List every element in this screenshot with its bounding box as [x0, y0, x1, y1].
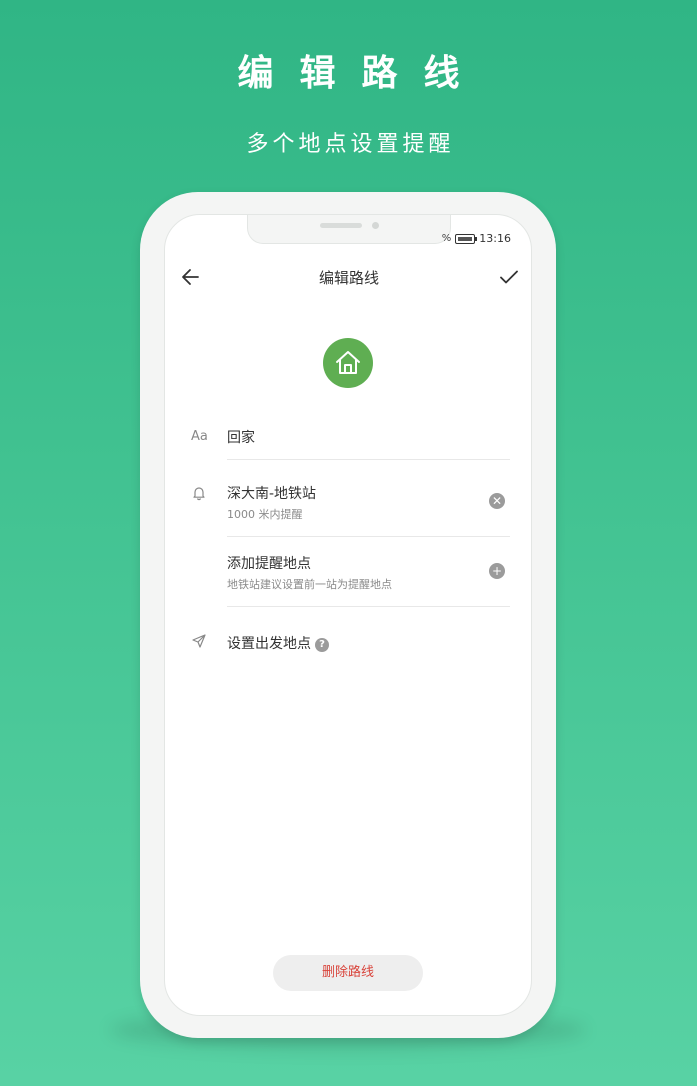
add-icon[interactable]: +: [489, 563, 505, 579]
send-icon: [191, 633, 209, 651]
text-format-icon: Aa: [191, 429, 208, 444]
route-name-row[interactable]: Aa 回家: [165, 427, 531, 461]
help-icon[interactable]: ?: [315, 637, 329, 652]
departure-text: 设置出发地点: [227, 636, 311, 652]
battery-icon: [455, 233, 478, 244]
home-icon: [336, 351, 360, 374]
app-bar: 编辑路线: [165, 259, 531, 295]
phone-notch: [247, 215, 451, 244]
delete-route-button[interactable]: 删除路线: [273, 955, 423, 991]
page-title: 编辑路线: [318, 269, 379, 287]
add-reminder-subtitle: 地铁站建议设置前一站为提醒地点: [227, 578, 392, 591]
reminder-subtitle: 1000 米内提醒: [227, 508, 303, 521]
reminder-title: 深大南-地铁站: [227, 486, 317, 502]
reminder-item[interactable]: 深大南-地铁站 1000 米内提醒 ✕: [165, 483, 531, 533]
confirm-button[interactable]: [497, 265, 521, 289]
promo-poster: 编辑路线 多个地点设置提醒 % 13:16 编辑路线 Aa 回家 深大南-地铁站…: [0, 0, 697, 1086]
route-name-field[interactable]: 回家: [227, 427, 255, 447]
bell-icon: [191, 485, 209, 503]
checkmark-icon: [500, 270, 518, 284]
speaker-grill: [320, 223, 362, 228]
phone-screen: % 13:16 编辑路线 Aa 回家 深大南-地铁站 1000 米内提醒 ✕ 添…: [164, 214, 532, 1016]
status-bar: % 13:16: [442, 232, 511, 245]
status-time: 13:16: [479, 232, 511, 245]
battery-percent: %: [441, 233, 452, 244]
divider: [227, 459, 510, 460]
remove-icon[interactable]: ✕: [489, 493, 505, 509]
add-reminder-item[interactable]: 添加提醒地点 地铁站建议设置前一站为提醒地点 +: [165, 553, 531, 603]
front-camera: [372, 222, 379, 229]
route-icon-button[interactable]: [323, 338, 373, 388]
divider: [227, 606, 510, 607]
promo-headline: 编辑路线: [237, 53, 486, 94]
departure-label: 设置出发地点?: [227, 633, 329, 653]
departure-row[interactable]: 设置出发地点?: [165, 633, 531, 657]
promo-subline: 多个地点设置提醒: [246, 132, 455, 157]
add-reminder-title: 添加提醒地点: [227, 556, 311, 572]
divider: [227, 536, 510, 537]
